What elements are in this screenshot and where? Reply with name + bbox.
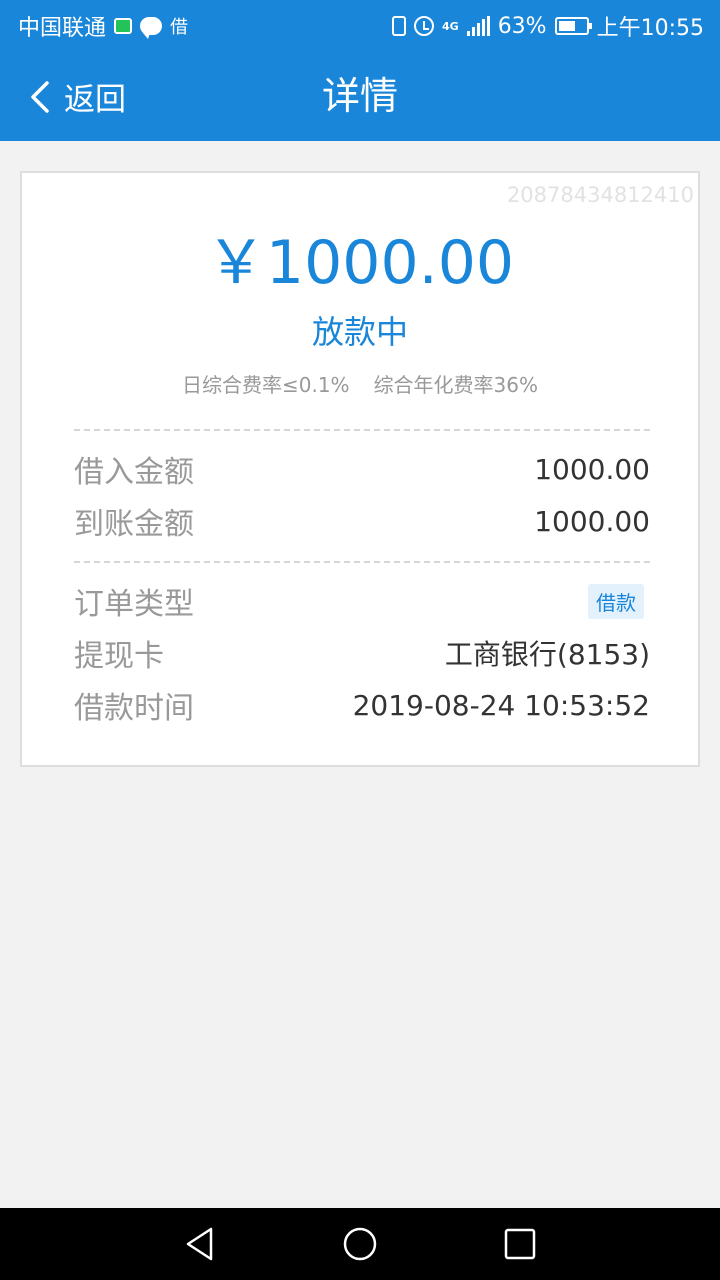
battery-percent: 63%: [497, 13, 547, 39]
back-label: 返回: [64, 82, 126, 118]
back-button[interactable]: 返回: [30, 52, 126, 141]
order-id: 20878434812410: [506, 183, 694, 207]
withdraw-card-row: 提现卡 工商银行(8153): [74, 631, 650, 675]
loan-detail-card: 20878434812410 ￥1000.00 放款中 日综合费率≤0.1% 综合…: [20, 171, 700, 767]
notification-app-label: 借: [170, 17, 189, 38]
iqiyi-app-icon: [114, 18, 133, 34]
withdraw-card-value: 工商银行(8153): [444, 638, 650, 671]
borrow-amount-label: 借入金额: [74, 455, 194, 490]
chat-bubble-icon: [140, 17, 163, 39]
received-amount-label: 到账金额: [74, 507, 194, 542]
clock: 上午10:55: [596, 16, 704, 41]
annual-rate: 综合年化费率36%: [373, 373, 539, 397]
borrow-amount-row: 借入金额 1000.00: [74, 447, 650, 491]
home-circle-icon[interactable]: [342, 1226, 378, 1262]
alarm-clock-icon: [414, 16, 434, 36]
chevron-left-icon: [31, 80, 49, 113]
loan-status: 放款中: [311, 313, 408, 351]
received-amount-row: 到账金额 1000.00: [74, 499, 650, 543]
daily-rate: 日综合费率≤0.1%: [181, 373, 350, 397]
battery-icon: [554, 17, 592, 35]
withdraw-card-label: 提现卡: [74, 639, 164, 674]
order-type-row: 订单类型 借款: [74, 579, 650, 623]
signal-strength-icon: [466, 16, 490, 36]
system-navigation-bar: [0, 1208, 720, 1280]
loan-time-label: 借款时间: [74, 691, 194, 726]
vibrate-icon: [392, 16, 406, 36]
battery-fill: [558, 21, 575, 31]
back-triangle-icon[interactable]: [182, 1226, 218, 1262]
loan-time-value: 2019-08-24 10:53:52: [352, 688, 650, 722]
dashed-divider: [74, 429, 650, 431]
status-right: 4G 63% 上午10:55: [392, 10, 704, 42]
borrow-amount-value: 1000.00: [534, 452, 650, 486]
recent-apps-square-icon[interactable]: [502, 1226, 538, 1262]
received-amount-value: 1000.00: [534, 504, 650, 538]
network-type: 4G: [442, 19, 459, 33]
loan-time-row: 借款时间 2019-08-24 10:53:52: [74, 683, 650, 727]
dashed-divider: [74, 561, 650, 563]
status-left: 中国联通 借: [18, 10, 188, 42]
status-bar: 中国联通 借 4G 63% 上午10:55: [0, 0, 720, 52]
order-type-tag: 借款: [588, 583, 644, 619]
nav-bar: 返回 详情: [0, 52, 720, 141]
loan-amount: ￥1000.00: [205, 228, 515, 298]
order-type-label: 订单类型: [74, 587, 194, 622]
carrier-name: 中国联通: [18, 16, 107, 41]
rate-info: 日综合费率≤0.1% 综合年化费率36%: [22, 369, 698, 398]
